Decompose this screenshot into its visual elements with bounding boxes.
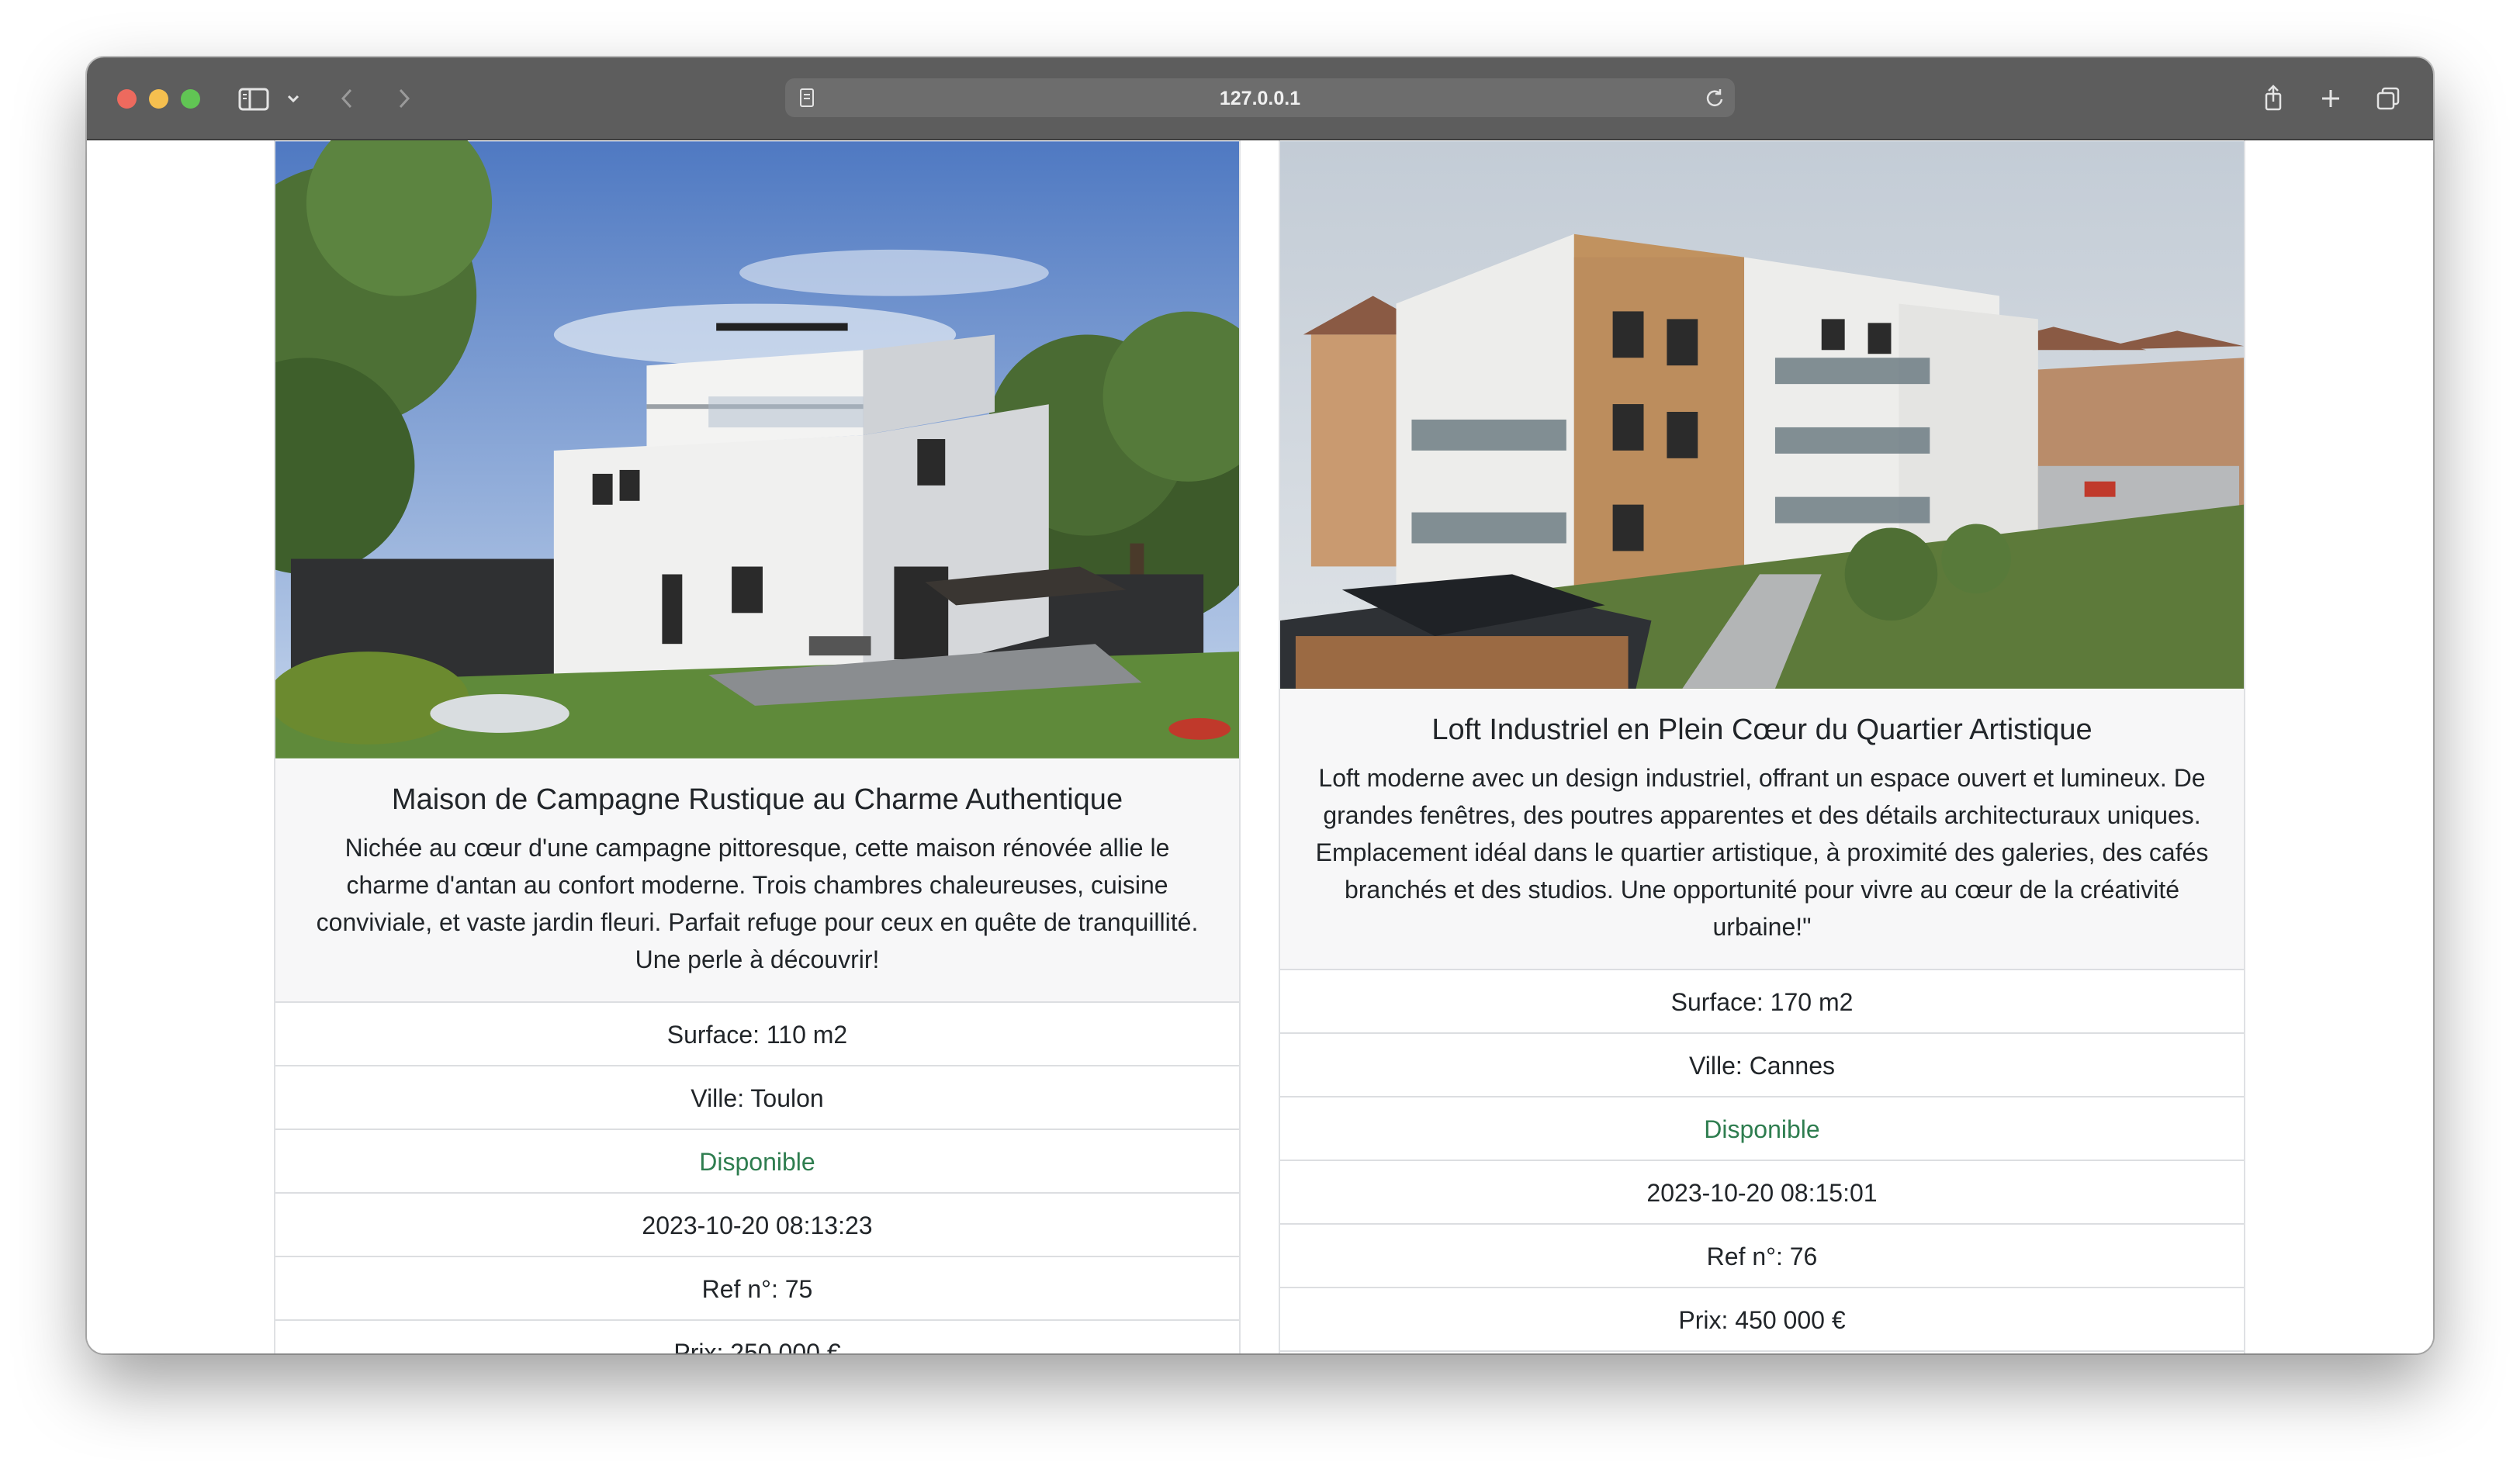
price-item: Prix: 450 000 € [1280,1288,2244,1352]
property-image [275,140,1239,759]
property-card: Loft Industriel en Plein Cœur du Quartie… [1279,140,2245,1353]
page-content: Maison de Campagne Rustique au Charme Au… [87,140,2433,1353]
ref-item: Ref n°: 76 [1280,1225,2244,1288]
status-item: Disponible [275,1130,1239,1194]
share-icon[interactable] [2258,79,2289,118]
price-item: Prix: 250 000 € [275,1321,1239,1353]
forward-arrow-icon[interactable] [393,79,414,118]
browser-window: 127.0.0.1 Maison de Campagne Rustique au… [87,57,2433,1353]
surface-item: Surface: 170 m2 [1280,970,2244,1034]
property-card: Maison de Campagne Rustique au Charme Au… [274,140,1241,1353]
status-item: Disponible [1280,1097,2244,1161]
card-body: Loft Industriel en Plein Cœur du Quartie… [1280,690,2244,970]
url-text: 127.0.0.1 [1219,88,1301,109]
close-window-button[interactable] [117,89,137,109]
property-details-list: Surface: 110 m2 Ville: Toulon Disponible… [275,1003,1239,1353]
ref-item: Ref n°: 75 [275,1257,1239,1321]
address-bar[interactable]: 127.0.0.1 [785,78,1735,117]
property-description: Loft moderne avec un design industriel, … [1315,764,2209,941]
reload-icon[interactable] [1704,87,1726,109]
card-body: Maison de Campagne Rustique au Charme Au… [275,759,1239,1003]
zoom-window-button[interactable] [181,89,200,109]
surface-item: Surface: 110 m2 [275,1003,1239,1066]
property-title: Maison de Campagne Rustique au Charme Au… [391,783,1123,816]
sidebar-toggle-icon[interactable] [237,79,270,118]
ville-item: Ville: Toulon [275,1066,1239,1130]
browser-toolbar: 127.0.0.1 [87,57,2433,140]
date-item: 2023-10-20 08:13:23 [275,1194,1239,1257]
minimize-window-button[interactable] [149,89,168,109]
chevron-down-icon[interactable] [285,79,302,118]
date-item: 2023-10-20 08:15:01 [1280,1161,2244,1225]
property-details-list: Surface: 170 m2 Ville: Cannes Disponible… [1280,970,2244,1352]
ville-item: Ville: Cannes [1280,1034,2244,1097]
property-image [1280,141,2244,689]
property-description: Nichée au cœur d'une campagne pittoresqu… [316,834,1199,973]
property-title: Loft Industriel en Plein Cœur du Quartie… [1431,714,2092,746]
tab-overview-icon[interactable] [2373,79,2404,118]
back-arrow-icon[interactable] [337,79,358,118]
new-tab-icon[interactable] [2315,79,2346,118]
